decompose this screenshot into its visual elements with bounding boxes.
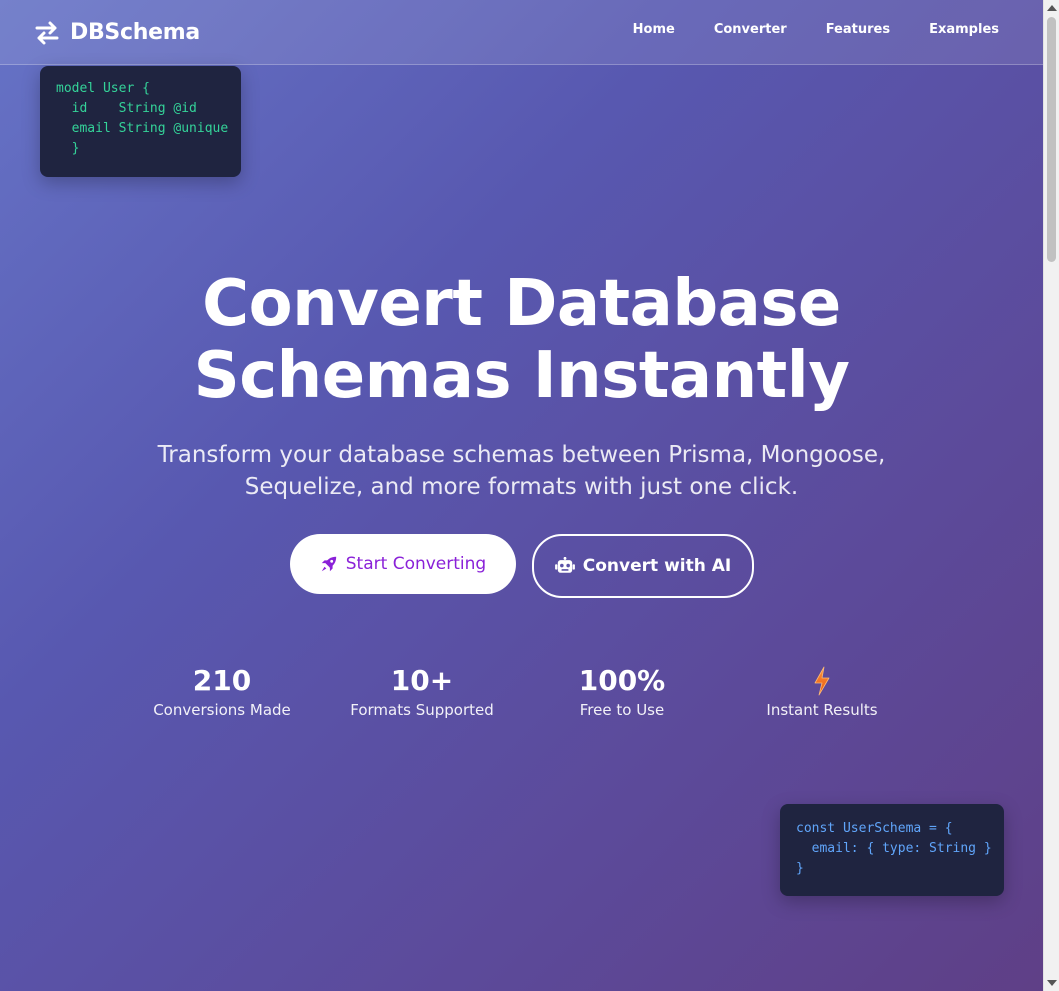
- nav-link-home[interactable]: Home: [633, 22, 675, 37]
- rocket-icon: [320, 555, 338, 573]
- stat-value: 210: [192, 664, 252, 697]
- stat-formats: 10+ Formats Supported: [322, 662, 522, 720]
- start-converting-label: Start Converting: [345, 554, 487, 574]
- robot-icon: [554, 557, 575, 575]
- code-line: id String @id: [56, 101, 197, 116]
- stat-free: 100% Free to Use: [522, 662, 722, 720]
- nav-links: Home Converter Features Examples: [633, 22, 999, 37]
- code-line: }: [56, 141, 80, 156]
- convert-with-ai-label: Convert with AI: [582, 556, 732, 576]
- brand-logo[interactable]: DBSchema: [34, 18, 200, 48]
- code-line: }: [796, 861, 804, 876]
- brand-name: DBSchema: [70, 20, 200, 45]
- scroll-down-arrow-icon[interactable]: [1047, 980, 1057, 986]
- stat-label: Instant Results: [766, 701, 878, 719]
- scrollbar-thumb[interactable]: [1047, 17, 1056, 262]
- page-scrollbar[interactable]: [1043, 0, 1059, 991]
- stat-label: Conversions Made: [153, 701, 291, 719]
- stat-label: Free to Use: [579, 701, 665, 719]
- hero-subtitle-line-2: Sequelize, and more formats with just on…: [244, 474, 799, 500]
- convert-with-ai-button[interactable]: Convert with AI: [532, 534, 754, 598]
- code-line: email String @unique: [56, 121, 229, 136]
- start-converting-button[interactable]: Start Converting: [290, 534, 516, 594]
- top-navbar: DBSchema Home Converter Features Example…: [0, 0, 1043, 65]
- mongoose-code-card: const UserSchema = { email: { type: Stri…: [780, 804, 1004, 896]
- hero-subtitle-line-1: Transform your database schemas between …: [157, 442, 886, 468]
- nav-link-converter[interactable]: Converter: [714, 22, 787, 37]
- nav-link-features[interactable]: Features: [826, 22, 890, 37]
- nav-link-examples[interactable]: Examples: [929, 22, 999, 37]
- hero-title-line-1: Convert Database: [202, 267, 841, 341]
- lightning-bolt-icon: [722, 662, 922, 700]
- code-line: email: { type: String }: [796, 841, 992, 856]
- prisma-code-card: model User { id String @id email String …: [40, 66, 241, 177]
- exchange-arrows-icon: [34, 20, 60, 46]
- code-line: const UserSchema = {: [796, 821, 953, 836]
- stat-value: 10+: [390, 664, 454, 697]
- stat-label: Formats Supported: [350, 701, 494, 719]
- hero-title-line-2: Schemas Instantly: [193, 339, 850, 413]
- stat-conversions: 210 Conversions Made: [122, 662, 322, 720]
- hero-title: Convert Database Schemas Instantly: [0, 268, 1043, 412]
- stat-value: 100%: [578, 664, 666, 697]
- code-line: model User {: [56, 81, 150, 96]
- scroll-up-arrow-icon[interactable]: [1047, 5, 1057, 11]
- stat-instant: Instant Results: [722, 662, 922, 720]
- hero-subtitle: Transform your database schemas between …: [0, 439, 1043, 503]
